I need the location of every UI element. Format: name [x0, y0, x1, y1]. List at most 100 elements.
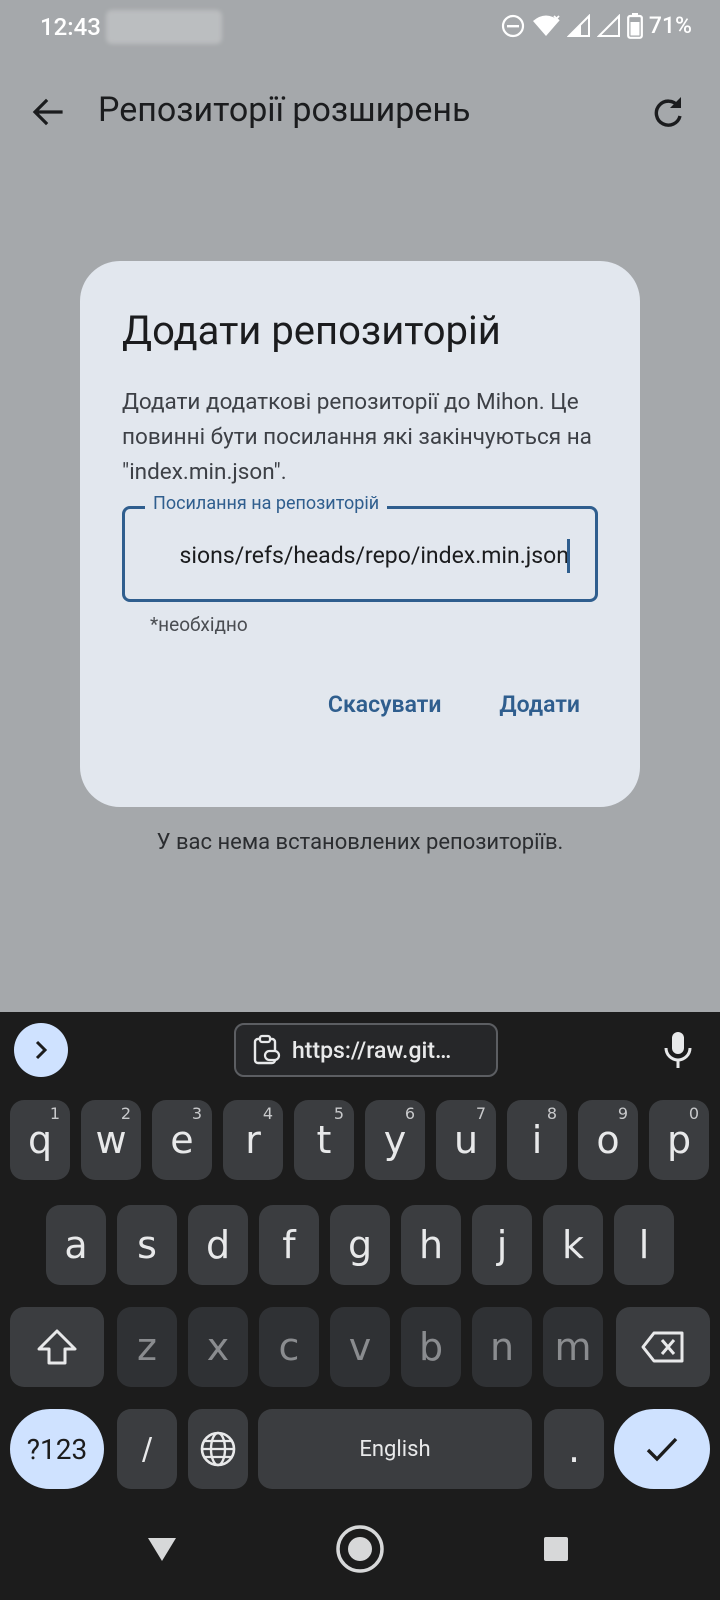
- key-a[interactable]: a: [46, 1205, 106, 1285]
- key-number-hint: 7: [475, 1104, 486, 1123]
- key-r[interactable]: r4: [223, 1100, 283, 1180]
- nav-home-button[interactable]: [334, 1523, 386, 1575]
- key-number-hint: 8: [546, 1104, 557, 1123]
- dialog-message: Додати додаткові репозиторії до Mihon. Ц…: [122, 389, 592, 485]
- repo-url-field[interactable]: Посилання на репозиторій sions/refs/head…: [122, 493, 598, 602]
- key-o[interactable]: o9: [578, 1100, 638, 1180]
- shift-key[interactable]: [10, 1307, 104, 1387]
- period-key[interactable]: .: [544, 1409, 604, 1489]
- key-i[interactable]: i8: [507, 1100, 567, 1180]
- keyboard-toolbar: https://raw.git…: [0, 1012, 720, 1092]
- key-t[interactable]: t5: [294, 1100, 354, 1180]
- refresh-icon: [654, 97, 682, 127]
- key-y[interactable]: y6: [365, 1100, 425, 1180]
- key-h[interactable]: h: [401, 1205, 461, 1285]
- key-c[interactable]: c: [259, 1307, 319, 1387]
- back-button[interactable]: [28, 92, 68, 132]
- space-key[interactable]: English: [258, 1409, 532, 1489]
- dialog-title: Додати репозиторій: [122, 307, 501, 354]
- key-f[interactable]: f: [259, 1205, 319, 1285]
- key-g[interactable]: g: [330, 1205, 390, 1285]
- key-m[interactable]: m: [543, 1307, 603, 1387]
- refresh-button[interactable]: [648, 92, 688, 132]
- text-caret: [567, 539, 570, 573]
- add-button[interactable]: Додати: [499, 691, 580, 718]
- nav-back-button[interactable]: [136, 1523, 188, 1575]
- key-s[interactable]: s: [117, 1205, 177, 1285]
- key-label: r: [245, 1118, 261, 1162]
- key-label: w: [95, 1118, 127, 1162]
- symbols-key[interactable]: ?123: [10, 1409, 104, 1489]
- repo-url-value: sions/refs/heads/repo/index.min.json: [179, 542, 569, 569]
- clipboard-suggestion[interactable]: https://raw.git…: [234, 1023, 498, 1077]
- key-number-hint: 2: [120, 1104, 131, 1123]
- arrow-left-icon: [32, 98, 63, 126]
- dnd-icon: [501, 14, 525, 37]
- key-b[interactable]: b: [401, 1307, 461, 1387]
- status-notifications-blurred: [106, 10, 222, 44]
- key-q[interactable]: q1: [10, 1100, 70, 1180]
- battery-icon: [627, 12, 643, 39]
- nav-recents-button[interactable]: [530, 1523, 582, 1575]
- shift-icon: [37, 1329, 77, 1365]
- key-d[interactable]: d: [188, 1205, 248, 1285]
- keyboard-expand-button[interactable]: [14, 1023, 68, 1077]
- empty-state-text: У вас нема встановлених репозиторіїв.: [156, 830, 564, 855]
- key-number-hint: 4: [262, 1104, 273, 1123]
- key-label: e: [170, 1118, 194, 1162]
- key-u[interactable]: u7: [436, 1100, 496, 1180]
- page-title: Репозиторії розширень: [98, 90, 471, 130]
- key-n[interactable]: n: [472, 1307, 532, 1387]
- wifi-icon: [532, 14, 560, 36]
- key-label: t: [316, 1118, 332, 1162]
- repo-url-input[interactable]: sions/refs/heads/repo/index.min.json: [151, 542, 569, 569]
- required-helper-text: *необхідно: [150, 613, 248, 636]
- key-number-hint: 5: [333, 1104, 344, 1123]
- status-icons: 71%: [501, 12, 692, 39]
- chevron-right-icon: [35, 1040, 48, 1060]
- top-app-bar: Репозиторії розширень: [0, 70, 720, 154]
- status-time: 12:43: [40, 13, 101, 41]
- repo-url-label: Посилання на репозиторій: [145, 493, 388, 514]
- circle-home-icon: [336, 1525, 384, 1573]
- voice-input-button[interactable]: [660, 1030, 696, 1070]
- triangle-back-icon: [148, 1538, 176, 1561]
- system-navigation-bar: [0, 1495, 720, 1600]
- key-k[interactable]: k: [543, 1205, 603, 1285]
- key-label: y: [383, 1118, 407, 1162]
- key-label: i: [531, 1118, 543, 1162]
- key-number-hint: 0: [688, 1104, 699, 1123]
- key-label: o: [596, 1118, 620, 1162]
- key-number-hint: 3: [191, 1104, 202, 1123]
- enter-key[interactable]: [614, 1409, 710, 1489]
- clipboard-suggestion-text: https://raw.git…: [292, 1036, 452, 1064]
- key-v[interactable]: v: [330, 1307, 390, 1387]
- mic-icon: [664, 1032, 692, 1068]
- key-label: q: [27, 1118, 53, 1162]
- cancel-button[interactable]: Скасувати: [328, 691, 442, 718]
- language-key[interactable]: [188, 1409, 248, 1489]
- key-l[interactable]: l: [614, 1205, 674, 1285]
- clipboard-link-icon: [253, 1034, 281, 1065]
- dialog-actions: Скасувати Додати: [328, 691, 580, 718]
- key-number-hint: 9: [617, 1104, 628, 1123]
- square-recents-icon: [544, 1537, 568, 1561]
- key-x[interactable]: x: [188, 1307, 248, 1387]
- signal-icon: [566, 13, 590, 37]
- add-repo-dialog: Додати репозиторій Додати додаткові репо…: [80, 261, 640, 807]
- key-number-hint: 1: [49, 1104, 60, 1123]
- backspace-key[interactable]: [616, 1307, 710, 1387]
- key-number-hint: 6: [404, 1104, 415, 1123]
- key-w[interactable]: w2: [81, 1100, 141, 1180]
- key-e[interactable]: e3: [152, 1100, 212, 1180]
- signal-icon-2: [596, 13, 620, 37]
- key-j[interactable]: j: [472, 1205, 532, 1285]
- key-p[interactable]: p0: [649, 1100, 709, 1180]
- battery-percent: 71%: [648, 12, 692, 39]
- key-z[interactable]: z: [117, 1307, 177, 1387]
- globe-icon: [200, 1431, 236, 1467]
- slash-key[interactable]: /: [117, 1409, 177, 1489]
- checkmark-icon: [646, 1437, 678, 1462]
- key-label: u: [453, 1118, 479, 1162]
- key-label: p: [666, 1118, 692, 1162]
